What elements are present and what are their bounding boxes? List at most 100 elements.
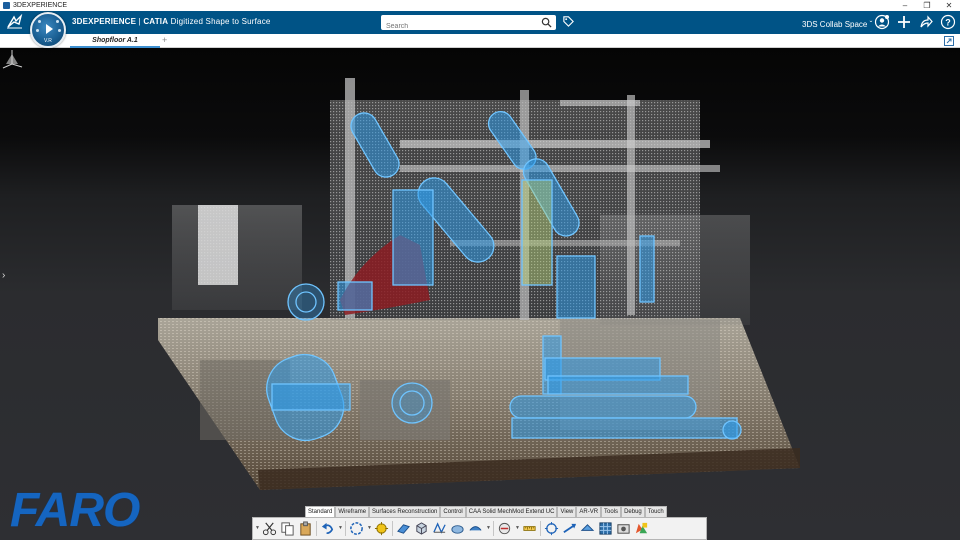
os-window-title: 3DEXPERIENCE: [13, 2, 68, 9]
tab-ar-vr[interactable]: AR-VR: [576, 506, 602, 517]
capture-icon[interactable]: [616, 521, 631, 536]
tab-shopfloor[interactable]: Shopfloor A.1: [70, 34, 160, 48]
minimize-icon[interactable]: –: [894, 0, 916, 11]
collab-space-selector[interactable]: 3DS Collab Space ˇ: [802, 20, 872, 29]
chevron-down-icon[interactable]: ▼: [338, 521, 343, 536]
tab-bar: Shopfloor A.1 +: [0, 34, 960, 48]
brand-label: 3DEXPERIENCE: [72, 17, 137, 26]
ds-logo-icon[interactable]: [6, 14, 24, 30]
tab-standard[interactable]: Standard: [305, 506, 336, 517]
sketch-icon[interactable]: [374, 521, 389, 536]
header-icons: ?: [874, 14, 956, 30]
expand-icon[interactable]: [944, 36, 954, 46]
3d-viewport[interactable]: › FARO: [0, 48, 960, 540]
measure-icon[interactable]: [522, 521, 537, 536]
collab-space-label: 3DS Collab Space: [802, 20, 868, 29]
tag-icon[interactable]: [562, 15, 575, 28]
mesh-icon[interactable]: [432, 521, 447, 536]
fitted-box[interactable]: [556, 255, 596, 319]
chevron-down-icon[interactable]: ▼: [486, 521, 491, 536]
axis-triad-icon[interactable]: [0, 48, 24, 70]
app-title: 3DEXPERIENCE | CATIA Digitized Shape to …: [72, 17, 271, 26]
compass-dot-icon: [38, 20, 41, 23]
section-icon[interactable]: [497, 521, 512, 536]
compass-version: V.R: [44, 38, 52, 44]
faro-logo-text: FARO: [10, 484, 140, 534]
app-window-icon: [3, 2, 10, 9]
fitted-box[interactable]: [639, 235, 655, 303]
user-icon[interactable]: [874, 14, 890, 30]
tab-wireframe[interactable]: Wireframe: [335, 506, 370, 517]
grid-icon[interactable]: [598, 521, 613, 536]
chevron-down-icon[interactable]: ▼: [515, 521, 520, 536]
left-panel-toggle[interactable]: ›: [2, 270, 5, 281]
search-input[interactable]: [381, 19, 536, 34]
beam: [400, 140, 710, 148]
chevron-down-icon: ˇ: [869, 20, 873, 29]
undo-icon[interactable]: [320, 521, 335, 536]
app-subtitle: Digitized Shape to Surface: [170, 17, 271, 26]
compass-widget[interactable]: V.R: [30, 12, 66, 48]
toolbar-separator: [540, 521, 541, 536]
fitted-ring[interactable]: [287, 283, 325, 321]
beam: [560, 100, 640, 106]
tab-debug[interactable]: Debug: [621, 506, 645, 517]
app-window: 3DEXPERIENCE – ❐ ✕ 3DEXPERIENCE | CATIA …: [0, 0, 960, 540]
fitted-ring[interactable]: [391, 382, 433, 424]
fitted-box[interactable]: [271, 383, 351, 411]
fitted-box[interactable]: [511, 417, 738, 439]
toolbar-separator: [392, 521, 393, 536]
help-icon[interactable]: ?: [940, 14, 956, 30]
paste-icon[interactable]: [298, 521, 313, 536]
faro-logo: FARO: [10, 484, 141, 534]
toolbar-separator: [345, 521, 346, 536]
svg-text:?: ?: [945, 18, 951, 28]
cloud-icon[interactable]: [450, 521, 465, 536]
os-title-bar: 3DEXPERIENCE – ❐ ✕: [0, 0, 960, 11]
chevron-down-icon[interactable]: ▼: [255, 521, 260, 536]
search-icon[interactable]: [541, 17, 552, 28]
app-header: 3DEXPERIENCE | CATIA Digitized Shape to …: [0, 11, 960, 34]
column: [627, 95, 635, 315]
tab-caa-solid-mechmod[interactable]: CAA Solid MechMod Extend UC: [465, 506, 558, 517]
toolbar-separator: [316, 521, 317, 536]
fitted-box[interactable]: [337, 281, 373, 311]
tab-tools[interactable]: Tools: [601, 506, 622, 517]
tab-control[interactable]: Control: [440, 506, 466, 517]
share-icon[interactable]: [918, 14, 934, 30]
close-icon[interactable]: ✕: [938, 0, 960, 11]
play-icon[interactable]: [46, 24, 53, 34]
action-bar: ▼ ▼ ▼ ▼ ▼: [252, 517, 707, 540]
copy-icon[interactable]: [280, 521, 295, 536]
update-icon[interactable]: [349, 521, 364, 536]
fit-icon[interactable]: [468, 521, 483, 536]
compass-dot-icon: [56, 20, 59, 23]
cut-icon[interactable]: [262, 521, 277, 536]
box-icon[interactable]: [414, 521, 429, 536]
action-bar-tabs: Standard Wireframe Surfaces Reconstructi…: [305, 506, 667, 517]
tab-surfaces-reconstruction[interactable]: Surfaces Reconstruction: [369, 506, 441, 517]
transform-icon[interactable]: [580, 521, 595, 536]
fitted-ring[interactable]: [722, 420, 742, 440]
fitted-box[interactable]: [521, 179, 553, 286]
tab-view[interactable]: View: [557, 506, 577, 517]
analysis-icon[interactable]: [544, 521, 559, 536]
compass-dot-icon: [36, 29, 39, 32]
chevron-down-icon[interactable]: ▼: [367, 521, 372, 536]
fitted-box[interactable]: [392, 189, 434, 286]
fitted-box[interactable]: [547, 375, 689, 395]
window-controls: – ❐ ✕: [894, 0, 960, 11]
add-icon[interactable]: [896, 14, 912, 30]
point-cloud-scene: [158, 78, 800, 490]
beam: [400, 165, 720, 172]
align-icon[interactable]: [562, 521, 577, 536]
tab-touch[interactable]: Touch: [644, 506, 667, 517]
toolbar-separator: [493, 521, 494, 536]
fitted-cylinder[interactable]: [509, 395, 697, 419]
app-name-label: CATIA: [143, 17, 169, 26]
add-tab-button[interactable]: +: [162, 35, 167, 45]
compass-dot-icon: [58, 29, 61, 32]
render-icon[interactable]: [634, 521, 649, 536]
restore-icon[interactable]: ❐: [916, 0, 938, 11]
plane-icon[interactable]: [396, 521, 411, 536]
